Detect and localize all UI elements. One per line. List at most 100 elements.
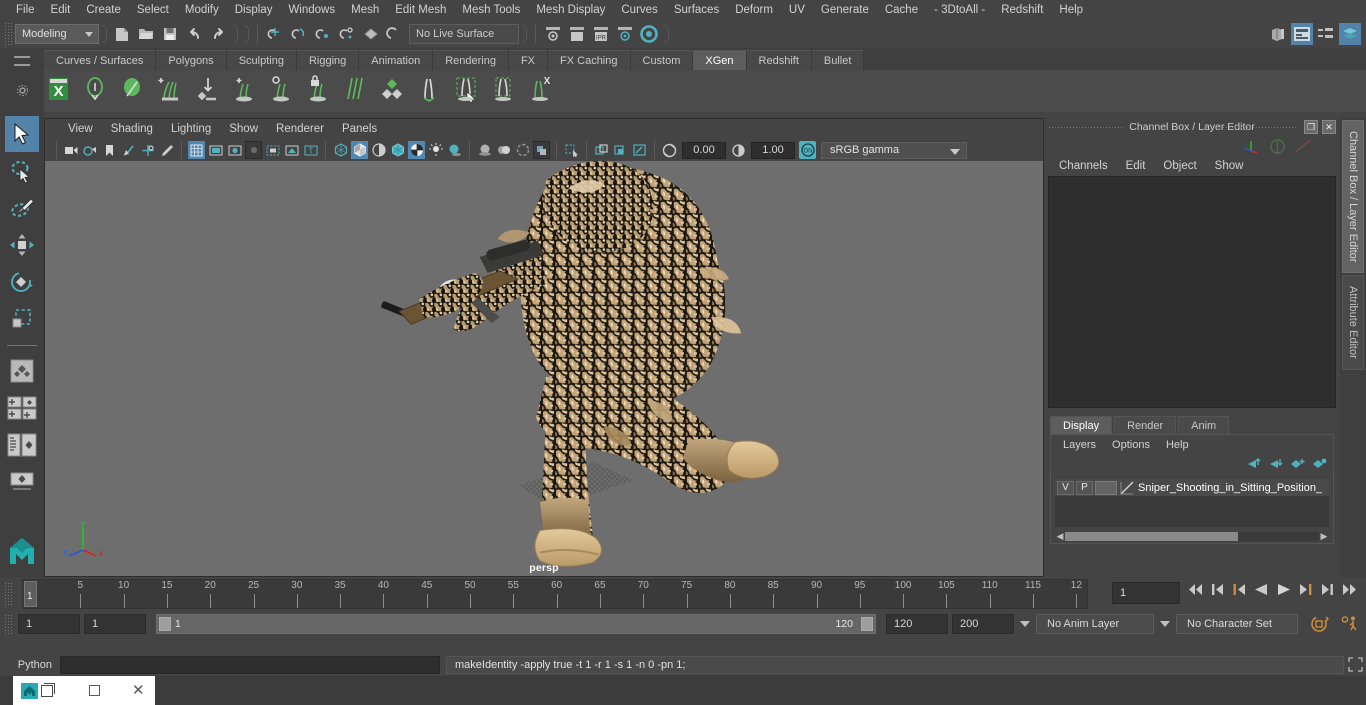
show-hide-editor-icon[interactable]: [542, 23, 564, 45]
layer-menu-help[interactable]: Help: [1158, 436, 1197, 454]
axis-orientation-icon[interactable]: [1243, 138, 1261, 154]
undo-icon[interactable]: [183, 23, 205, 45]
xgen-noise-icon[interactable]: [266, 74, 300, 108]
open-scene-icon[interactable]: [135, 23, 157, 45]
command-language-label[interactable]: Python: [0, 659, 60, 671]
shelf-tab-rigging[interactable]: Rigging: [296, 50, 360, 70]
make-live-icon[interactable]: [384, 23, 406, 45]
snap-to-view-plane-icon[interactable]: [360, 23, 382, 45]
sidebar-modeling-toolkit-icon[interactable]: [1267, 23, 1289, 45]
bookmark-icon[interactable]: [101, 141, 118, 159]
restore-window-button[interactable]: [41, 682, 55, 697]
smooth-shade-selected-icon[interactable]: [370, 141, 387, 159]
viewport-menu-shading[interactable]: Shading: [102, 119, 162, 139]
shelf-tab-curves-surfaces[interactable]: Curves / Surfaces: [44, 50, 157, 70]
select-tool[interactable]: [5, 116, 39, 152]
menu-modify[interactable]: Modify: [177, 0, 227, 20]
color-management-toggle-icon[interactable]: ON: [799, 141, 816, 159]
animation-preferences-icon[interactable]: [1340, 615, 1360, 633]
camera-attributes-icon[interactable]: [82, 141, 99, 159]
scroll-left-icon[interactable]: ◀: [1055, 531, 1065, 542]
menu-select[interactable]: Select: [129, 0, 177, 20]
2d-pan-zoom-icon[interactable]: [139, 141, 156, 159]
menu-edit-mesh[interactable]: Edit Mesh: [387, 0, 454, 20]
step-back-frame-icon[interactable]: [1211, 583, 1225, 596]
snap-to-grid-icon[interactable]: [264, 23, 286, 45]
dock-tab-attribute-editor[interactable]: Attribute Editor: [1342, 275, 1364, 371]
viewport-menu-lighting[interactable]: Lighting: [162, 119, 220, 139]
play-backwards-icon[interactable]: [1254, 583, 1269, 596]
range-slider[interactable]: 1 120: [156, 614, 876, 634]
go-to-end-icon[interactable]: [1341, 583, 1358, 596]
menu-uv[interactable]: UV: [781, 0, 813, 20]
layer-menu-options[interactable]: Options: [1104, 436, 1158, 454]
shelf-tab-redshift[interactable]: Redshift: [746, 50, 812, 70]
snap-to-point-icon[interactable]: [312, 23, 334, 45]
tab-anim[interactable]: Anim: [1178, 416, 1230, 434]
xray-joints-icon[interactable]: [593, 141, 610, 159]
playback-start-time-field[interactable]: 1: [84, 614, 146, 634]
gamma-value[interactable]: 1.00: [751, 141, 795, 159]
xgen-lock-icon[interactable]: [303, 74, 337, 108]
menu-redshift[interactable]: Redshift: [993, 0, 1051, 20]
select-camera-icon[interactable]: [63, 141, 80, 159]
use-default-lighting-icon[interactable]: [427, 141, 444, 159]
viewport-3d-canvas[interactable]: y x z persp: [45, 161, 1043, 576]
shelf-tab-sculpting[interactable]: Sculpting: [226, 50, 297, 70]
divider[interactable]: [233, 25, 238, 43]
shelf-tab-xgen[interactable]: XGen: [693, 50, 747, 70]
lasso-select-tool[interactable]: [5, 153, 39, 189]
film-origin-icon[interactable]: [264, 141, 281, 159]
command-input[interactable]: [60, 656, 440, 674]
channel-menu-channels[interactable]: Channels: [1050, 156, 1117, 176]
shelf-tab-fx-caching[interactable]: FX Caching: [548, 50, 631, 70]
tab-display[interactable]: Display: [1050, 416, 1113, 434]
shelf-tab-polygons[interactable]: Polygons: [156, 50, 227, 70]
menu-mesh[interactable]: Mesh: [343, 0, 387, 20]
rotate-tool[interactable]: [5, 264, 39, 300]
screenshot-icon[interactable]: [631, 141, 648, 159]
xgen-guide-icon[interactable]: [414, 74, 448, 108]
shelf-tab-bullet[interactable]: Bullet: [811, 50, 865, 70]
shelf-menu-icon[interactable]: [14, 56, 30, 66]
menu-display[interactable]: Display: [227, 0, 281, 20]
xgen-add-groom-icon[interactable]: [155, 74, 189, 108]
menu-3dtoall[interactable]: - 3DtoAll -: [926, 0, 993, 20]
range-slider-grip[interactable]: [4, 614, 12, 634]
anim-layer-selector[interactable]: No Anim Layer: [1036, 614, 1154, 634]
divider[interactable]: [102, 25, 107, 43]
menu-curves[interactable]: Curves: [613, 0, 665, 20]
motion-blur-icon[interactable]: [495, 141, 512, 159]
restore-button[interactable]: ❐: [1304, 120, 1318, 134]
layer-row[interactable]: V P Sniper_Shooting_in_Sitting_Position_: [1055, 479, 1329, 496]
channel-box-list[interactable]: [1048, 176, 1336, 408]
sidebar-tool-settings-icon[interactable]: [1315, 23, 1337, 45]
app-icon[interactable]: [21, 682, 38, 699]
live-surface-field[interactable]: No Live Surface: [409, 24, 519, 44]
film-gate-icon[interactable]: [207, 141, 224, 159]
xgen-select-guide-icon[interactable]: [451, 74, 485, 108]
render-settings-icon[interactable]: [614, 23, 636, 45]
animation-start-time-field[interactable]: 1: [18, 614, 80, 634]
menu-surfaces[interactable]: Surfaces: [666, 0, 727, 20]
viewport-menu-show[interactable]: Show: [220, 119, 267, 139]
time-slider[interactable]: 1 5 10 15 20 25 30 35 40 45 50 55 60 65 70 75 80 85 90 95 1…: [22, 579, 1088, 609]
shadows-icon[interactable]: [446, 141, 463, 159]
range-slider-right-handle[interactable]: [861, 617, 873, 631]
dock-tab-channel-box[interactable]: Channel Box / Layer Editor: [1342, 120, 1364, 274]
move-tool[interactable]: [5, 227, 39, 263]
character-set-dropdown-arrow[interactable]: [1158, 614, 1172, 634]
shelf-tab-rendering[interactable]: Rendering: [433, 50, 509, 70]
safe-action-icon[interactable]: [283, 141, 300, 159]
auto-key-icon[interactable]: [1310, 615, 1330, 633]
close-window-button[interactable]: ✕: [132, 683, 145, 698]
menu-deform[interactable]: Deform: [727, 0, 781, 20]
exposure-icon[interactable]: [661, 141, 678, 159]
playback-end-time-field[interactable]: 120: [886, 614, 948, 634]
paint-select-tool[interactable]: [5, 190, 39, 226]
xgen-preview-icon[interactable]: [81, 74, 115, 108]
scale-tool[interactable]: [5, 301, 39, 337]
hypergraph-persp-layout[interactable]: [5, 464, 39, 500]
gear-icon[interactable]: [16, 84, 29, 97]
viewport-menu-view[interactable]: View: [59, 119, 102, 139]
